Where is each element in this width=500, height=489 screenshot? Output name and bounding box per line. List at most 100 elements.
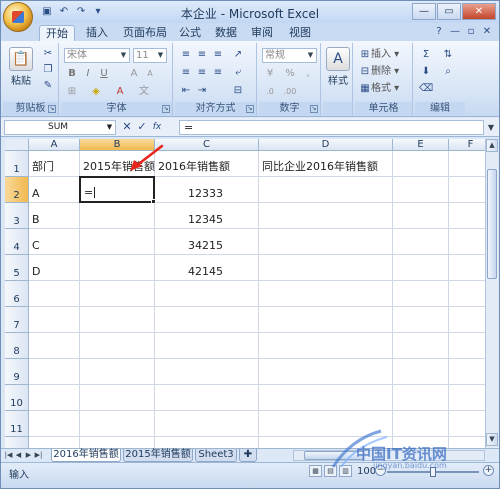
align-top-icon[interactable]: ≡ (179, 48, 193, 62)
row-header-12[interactable]: 12 (5, 437, 29, 448)
row-header-1[interactable]: 1 (5, 151, 29, 177)
font-launcher-icon[interactable]: ↘ (162, 105, 170, 113)
ribbon-close-icon[interactable]: ✕ (481, 26, 493, 38)
alignment-launcher-icon[interactable]: ↘ (246, 105, 254, 113)
column-header-d[interactable]: D (259, 139, 393, 151)
cell-c11[interactable] (155, 411, 259, 437)
clear-icon[interactable]: ⌫ (419, 82, 433, 96)
cell-b6[interactable] (80, 281, 155, 307)
number-format-combo[interactable]: 常规 ▼ (262, 48, 317, 63)
column-header-f[interactable]: F (449, 139, 485, 151)
cell-c10[interactable] (155, 385, 259, 411)
minimize-button[interactable]: — (412, 3, 436, 20)
orientation-icon[interactable]: ↗ (231, 48, 245, 62)
cell-b5[interactable] (80, 255, 155, 281)
cell-d7[interactable] (259, 307, 393, 333)
cell-a4[interactable]: C (29, 229, 80, 255)
cell-c4[interactable]: 34215 (155, 229, 259, 255)
cell-c12[interactable] (155, 437, 259, 448)
currency-icon[interactable]: ¥ (263, 67, 277, 81)
first-sheet-icon[interactable]: |◀ (4, 450, 13, 461)
cell-f8[interactable] (449, 333, 485, 359)
vertical-scrollbar[interactable]: ▲ ▼ (485, 139, 498, 448)
number-format-dropdown-icon[interactable]: ▼ (306, 50, 315, 61)
confirm-entry-icon[interactable]: ✓ (136, 120, 148, 134)
align-bottom-icon[interactable]: ≡ (211, 48, 225, 62)
cell-f3[interactable] (449, 203, 485, 229)
fill-color-icon[interactable]: ◈ (89, 85, 103, 99)
insert-sheet-icon[interactable]: ✚ (239, 449, 257, 462)
name-box-dropdown-icon[interactable]: ▼ (105, 122, 114, 133)
vertical-scroll-thumb[interactable] (487, 169, 497, 279)
phonetic-icon[interactable]: 文 (137, 85, 151, 99)
row-header-4[interactable]: 4 (5, 229, 29, 255)
row-header-2[interactable]: 2 (5, 177, 29, 203)
prev-sheet-icon[interactable]: ◀ (14, 450, 23, 461)
cell-e4[interactable] (393, 229, 449, 255)
zoom-slider[interactable] (387, 467, 479, 477)
column-header-e[interactable]: E (393, 139, 449, 151)
cell-d10[interactable] (259, 385, 393, 411)
format-painter-icon[interactable]: ✎ (41, 79, 55, 93)
name-box[interactable]: SUM ▼ (4, 120, 116, 135)
cell-a10[interactable] (29, 385, 80, 411)
cell-b3[interactable] (80, 203, 155, 229)
insert-cells-button[interactable]: ⊞ 插入 ▾ (359, 48, 399, 62)
column-header-a[interactable]: A (29, 139, 80, 151)
border-icon[interactable]: ⊞ (65, 85, 79, 99)
insert-function-button[interactable]: fx (151, 120, 163, 134)
normal-view-icon[interactable]: ▦ (309, 465, 322, 477)
cell-a2[interactable]: A (29, 177, 80, 203)
tab-home[interactable]: 开始 (39, 25, 75, 41)
cell-b8[interactable] (80, 333, 155, 359)
cell-b12[interactable] (80, 437, 155, 448)
cancel-entry-icon[interactable]: ✕ (121, 120, 133, 134)
cell-d5[interactable] (259, 255, 393, 281)
row-header-11[interactable]: 11 (5, 411, 29, 437)
cell-b9[interactable] (80, 359, 155, 385)
fill-icon[interactable]: ⬇ (419, 65, 433, 79)
cell-d9[interactable] (259, 359, 393, 385)
number-launcher-icon[interactable]: ↘ (310, 105, 318, 113)
cell-a7[interactable] (29, 307, 80, 333)
underline-button[interactable]: U (97, 67, 111, 81)
cell-e1[interactable] (393, 151, 449, 177)
cell-f5[interactable] (449, 255, 485, 281)
next-sheet-icon[interactable]: ▶ (24, 450, 33, 461)
font-size-combo[interactable]: 11 ▼ (133, 48, 167, 63)
cell-d4[interactable] (259, 229, 393, 255)
cell-f10[interactable] (449, 385, 485, 411)
cell-c5[interactable]: 42145 (155, 255, 259, 281)
cut-icon[interactable]: ✂ (41, 47, 55, 61)
cell-c6[interactable] (155, 281, 259, 307)
help-icon[interactable]: ? (433, 26, 445, 38)
cell-e8[interactable] (393, 333, 449, 359)
cell-b4[interactable] (80, 229, 155, 255)
merge-center-icon[interactable]: ⊟ (231, 84, 245, 98)
row-header-7[interactable]: 7 (5, 307, 29, 333)
cell-c8[interactable] (155, 333, 259, 359)
cell-f6[interactable] (449, 281, 485, 307)
cell-d1[interactable]: 同比企业2016年销售额 (259, 151, 393, 177)
cell-a1[interactable]: 部门 (29, 151, 80, 177)
align-left-icon[interactable]: ≡ (179, 66, 193, 80)
cell-c3[interactable]: 12345 (155, 203, 259, 229)
font-color-icon[interactable]: A (113, 85, 127, 99)
ribbon-restore-icon[interactable]: ▫ (465, 26, 477, 38)
clipboard-launcher-icon[interactable]: ↘ (48, 105, 56, 113)
cell-f11[interactable] (449, 411, 485, 437)
tab-insert[interactable]: 插入 (81, 25, 113, 41)
cell-c2[interactable]: 12333 (155, 177, 259, 203)
increase-indent-icon[interactable]: ⇥ (195, 84, 209, 98)
paste-button[interactable]: 📋 粘贴 (7, 47, 35, 87)
grow-font-icon[interactable]: A (127, 67, 141, 81)
maximize-button[interactable]: ▭ (437, 3, 461, 20)
row-header-9[interactable]: 9 (5, 359, 29, 385)
cell-b7[interactable] (80, 307, 155, 333)
cell-d8[interactable] (259, 333, 393, 359)
row-header-5[interactable]: 5 (5, 255, 29, 281)
row-header-3[interactable]: 3 (5, 203, 29, 229)
row-header-8[interactable]: 8 (5, 333, 29, 359)
select-all-corner[interactable] (5, 139, 29, 151)
font-name-dropdown-icon[interactable]: ▼ (119, 50, 128, 61)
